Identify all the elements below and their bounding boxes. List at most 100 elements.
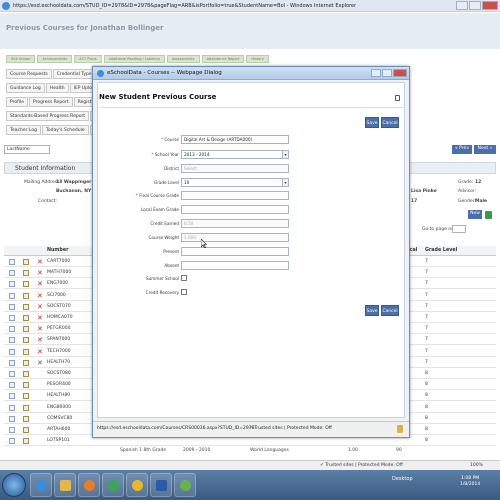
edit-icon[interactable] xyxy=(23,371,29,377)
tab-guidance-log[interactable]: Guidance Log xyxy=(6,83,45,93)
credit-recovery-checkbox[interactable] xyxy=(181,289,187,295)
edit-icon[interactable] xyxy=(23,315,29,321)
tab-credential-type[interactable]: Credential Type xyxy=(52,69,96,79)
dialog-maximize-button[interactable] xyxy=(382,69,392,77)
nav-item[interactable]: Additional Reading / Labeling xyxy=(103,55,165,63)
edit-icon[interactable] xyxy=(23,415,29,422)
close-button[interactable] xyxy=(482,1,498,10)
edit-icon[interactable] xyxy=(23,359,29,366)
view-icon[interactable] xyxy=(9,326,15,333)
view-icon[interactable] xyxy=(9,438,15,445)
delete-icon[interactable]: ✕ xyxy=(37,302,43,312)
tab-todays-schedule[interactable]: Today's Schedule xyxy=(41,125,89,135)
edit-icon[interactable] xyxy=(23,292,29,299)
edit-icon[interactable] xyxy=(23,270,29,277)
edit-icon[interactable] xyxy=(23,337,29,344)
view-icon[interactable] xyxy=(9,415,15,422)
view-icon[interactable] xyxy=(9,281,15,288)
view-icon[interactable] xyxy=(9,259,15,265)
tab-standards-based[interactable]: Standards-Based Progress Report xyxy=(6,111,90,121)
district-select[interactable]: Select xyxy=(181,164,289,173)
start-button[interactable] xyxy=(2,473,26,497)
tab-profile[interactable]: Profile xyxy=(6,97,28,107)
nav-item[interactable]: Attendance Report xyxy=(201,55,245,63)
delete-icon[interactable]: ✕ xyxy=(37,268,43,278)
desktop-label[interactable]: Desktop xyxy=(392,476,413,482)
view-icon[interactable] xyxy=(9,270,15,277)
delete-icon[interactable]: ✕ xyxy=(37,335,43,345)
nav-item[interactable]: Assessments xyxy=(166,55,200,63)
course-field[interactable]: Digital Art & Design (ARTDA000) xyxy=(181,135,289,144)
view-icon[interactable] xyxy=(9,371,15,377)
school-year-select[interactable]: 2013 - 2014 ▾ xyxy=(181,150,289,159)
sort-select[interactable]: LastName xyxy=(4,145,50,154)
edit-icon[interactable] xyxy=(23,438,29,445)
view-icon[interactable] xyxy=(9,393,15,400)
view-icon[interactable] xyxy=(9,427,15,433)
taskbar-media-icon[interactable] xyxy=(78,473,100,497)
taskbar-ie-icon[interactable] xyxy=(30,473,52,497)
edit-icon[interactable] xyxy=(23,303,29,310)
zoom-level[interactable]: 100% xyxy=(470,463,483,468)
credit-earned-input[interactable]: 0.50 xyxy=(181,219,289,228)
minimize-button[interactable] xyxy=(456,1,468,10)
delete-icon[interactable]: ✕ xyxy=(37,347,43,357)
nav-item[interactable]: Achievements xyxy=(37,55,73,63)
maximize-button[interactable] xyxy=(469,1,481,10)
present-input[interactable] xyxy=(181,247,289,256)
edit-icon[interactable] xyxy=(23,427,29,433)
view-icon[interactable] xyxy=(9,303,15,310)
delete-icon[interactable]: ✕ xyxy=(37,324,43,334)
save-button[interactable]: Save xyxy=(365,117,379,128)
edit-icon[interactable] xyxy=(23,382,29,389)
prev-button[interactable]: « Prev xyxy=(452,145,472,154)
taskbar-explorer-icon[interactable] xyxy=(54,473,76,497)
view-icon[interactable] xyxy=(9,292,15,299)
nav-item[interactable]: History xyxy=(246,55,269,63)
new-button[interactable]: New xyxy=(468,210,482,219)
view-icon[interactable] xyxy=(9,348,15,355)
edit-icon[interactable] xyxy=(23,393,29,400)
dialog-minimize-button[interactable] xyxy=(371,69,381,77)
course-weight-input[interactable]: 1.000 xyxy=(181,233,289,242)
view-icon[interactable] xyxy=(9,359,15,366)
final-grade-input[interactable] xyxy=(181,191,289,200)
save-button-bottom[interactable]: Save xyxy=(365,305,379,316)
edit-icon[interactable] xyxy=(23,281,29,288)
delete-icon[interactable]: ✕ xyxy=(37,313,43,323)
view-icon[interactable] xyxy=(9,315,15,321)
taskbar-chrome-icon[interactable] xyxy=(102,473,124,497)
excel-icon[interactable] xyxy=(485,211,492,219)
tab-progress-report[interactable]: Progress Report xyxy=(29,97,73,107)
edit-icon[interactable] xyxy=(23,404,29,411)
goto-input[interactable] xyxy=(452,225,466,233)
next-button[interactable]: Next » xyxy=(474,145,496,154)
grade-level-select[interactable]: 10 ▾ xyxy=(181,178,289,187)
delete-icon[interactable]: ✕ xyxy=(37,358,43,368)
nav-item[interactable]: 504 School xyxy=(6,55,36,63)
taskbar-recorder-icon[interactable] xyxy=(174,473,196,497)
delete-icon[interactable]: ✕ xyxy=(37,279,43,289)
local-exam-input[interactable] xyxy=(181,205,289,214)
edit-icon[interactable] xyxy=(23,259,29,265)
dialog-close-button[interactable] xyxy=(393,69,407,77)
view-icon[interactable] xyxy=(9,404,15,411)
tab-health[interactable]: Health xyxy=(45,83,69,93)
cancel-button-bottom[interactable]: Cancel xyxy=(381,305,399,316)
summer-school-checkbox[interactable] xyxy=(181,275,187,281)
tab-teacher-log[interactable]: Teacher Log xyxy=(6,125,41,135)
nav-item[interactable]: ACT Plans xyxy=(74,55,102,63)
taskbar-word-icon[interactable] xyxy=(150,473,172,497)
taskbar-clock[interactable]: 1:08 PM 1/8/2014 xyxy=(460,476,480,488)
tab-course-requests[interactable]: Course Requests xyxy=(6,69,52,79)
view-icon[interactable] xyxy=(9,382,15,389)
delete-icon[interactable]: ✕ xyxy=(37,291,43,301)
delete-icon[interactable]: ✕ xyxy=(37,257,43,267)
help-icon[interactable] xyxy=(395,95,400,101)
absent-input[interactable] xyxy=(181,261,289,270)
taskbar-app-icon[interactable] xyxy=(126,473,148,497)
view-icon[interactable] xyxy=(9,337,15,344)
edit-icon[interactable] xyxy=(23,348,29,355)
dialog-titlebar[interactable]: eSchoolData - Courses -- Webpage Dialog xyxy=(93,67,409,80)
cancel-button[interactable]: Cancel xyxy=(381,117,399,128)
